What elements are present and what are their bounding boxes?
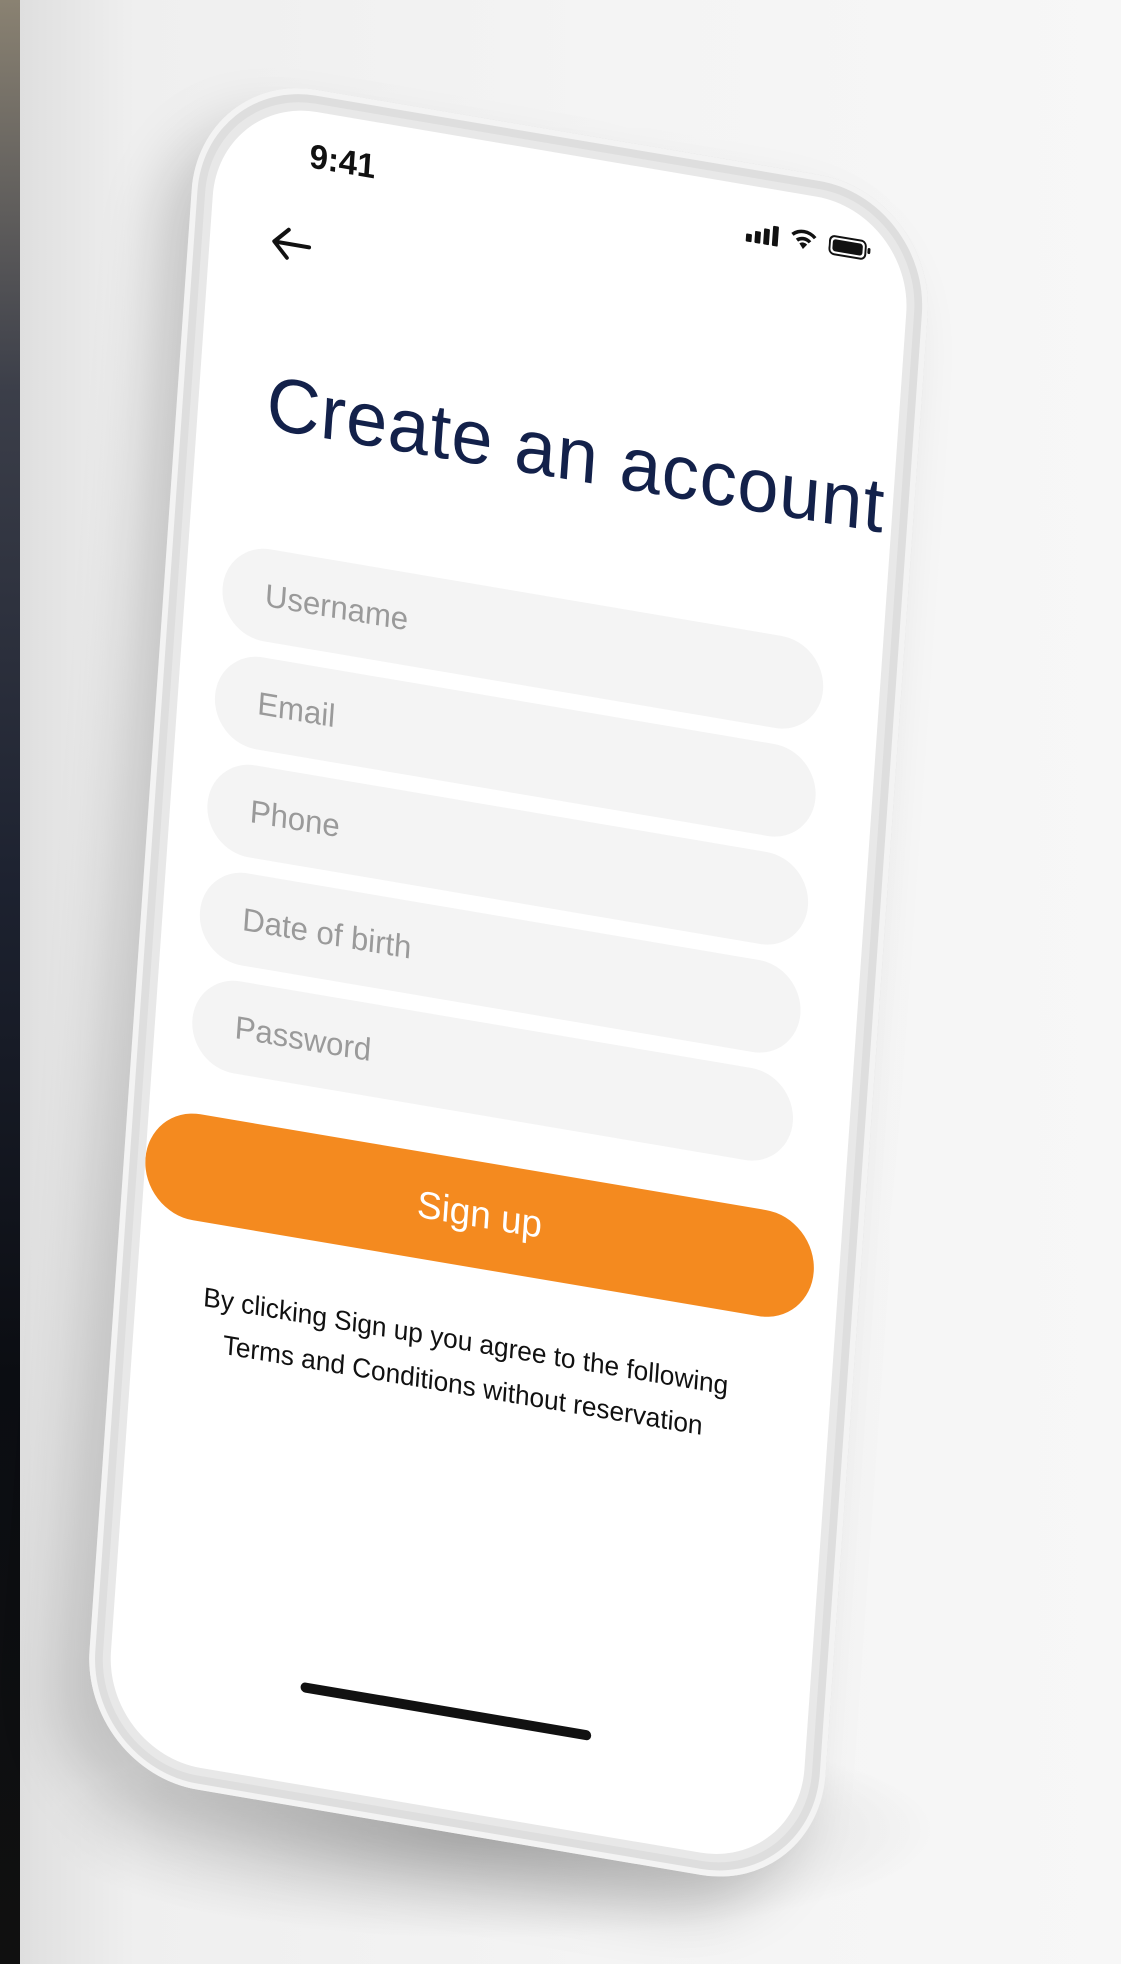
arrow-left-icon [272, 227, 312, 260]
phone-mockup: 9:41 Create an account Username Email Ph… [0, 0, 1121, 1964]
status-icons [745, 219, 872, 262]
signal-icon [745, 221, 780, 247]
home-indicator [300, 1681, 592, 1741]
page-title: Create an account [263, 360, 888, 550]
phone-screen: 9:41 Create an account Username Email Ph… [103, 95, 914, 1870]
wifi-icon [789, 227, 818, 254]
status-time: 9:41 [308, 137, 377, 187]
phone-frame: 9:41 Create an account Username Email Ph… [81, 70, 937, 1895]
battery-icon [828, 233, 872, 262]
back-button[interactable] [263, 215, 321, 274]
